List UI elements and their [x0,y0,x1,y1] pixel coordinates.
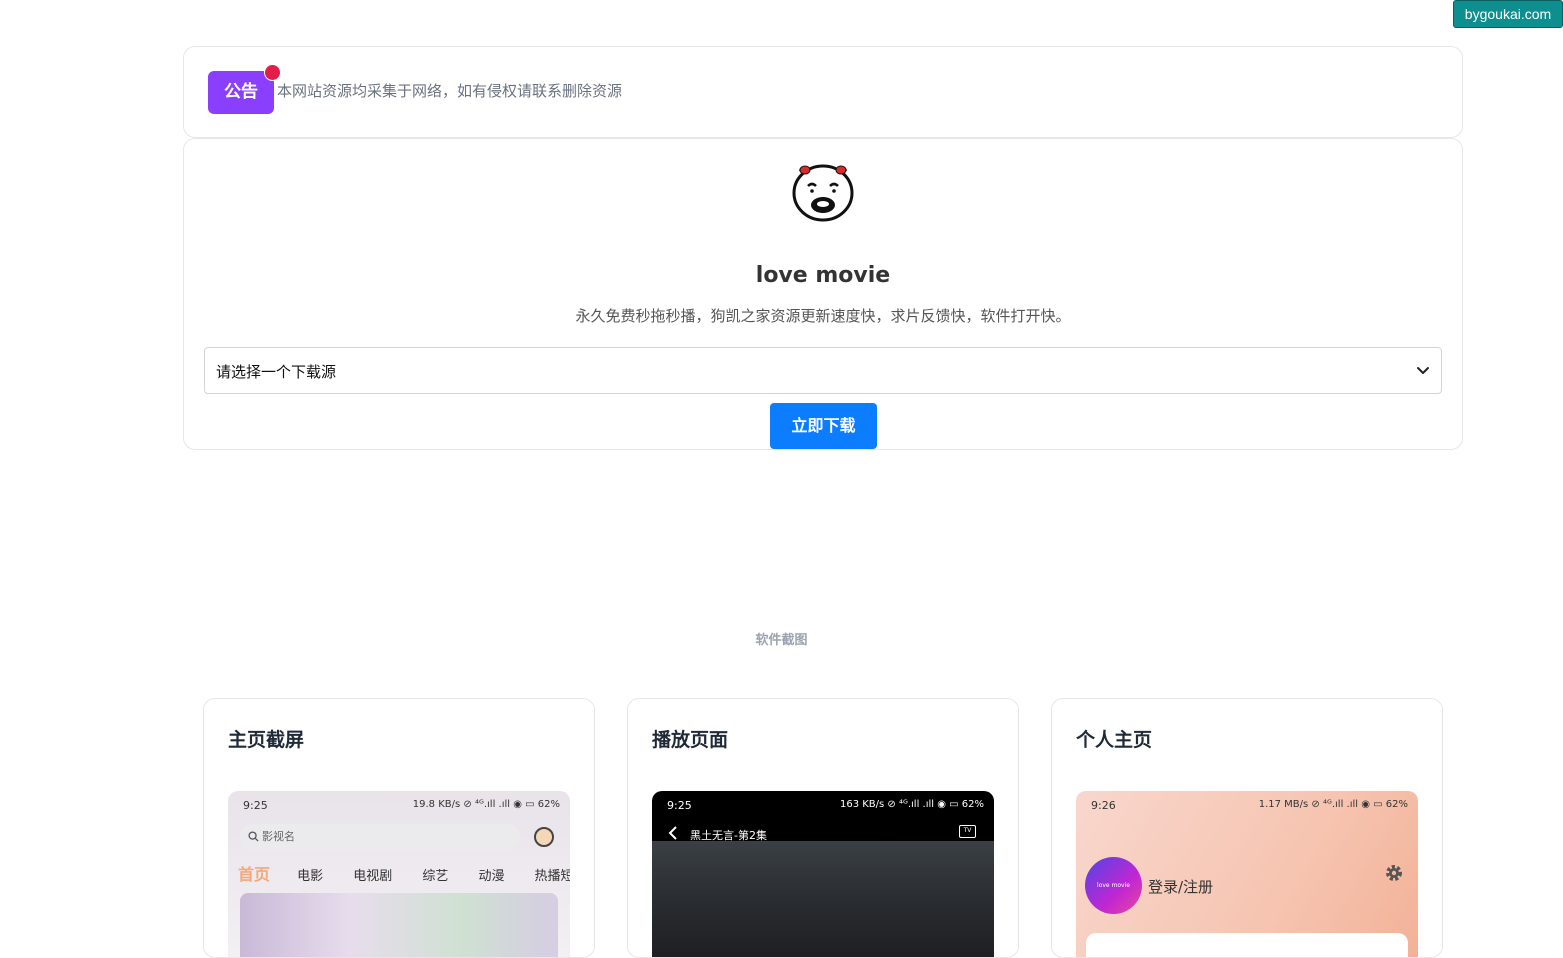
app-description: 永久免费秒拖秒播，狗凯之家资源更新速度快，求片反馈快，软件打开快。 [575,307,1071,325]
profile-screenshot: 9:26 1.17 MB/s ⊘ ⁴ᴳ.ıll .ıll ◉ ▭ 62% lov… [1076,791,1418,957]
tab-short: 热播短视 [534,869,570,884]
status-indicators: 163 KB/s ⊘ ⁴ᴳ.ıll .ıll ◉ ▭ 62% [839,799,984,810]
tab-variety: 综艺 [422,869,449,884]
notice-bar: 公告 本网站资源均采集于网络，如有侵权请联系删除资源 [183,46,1463,138]
status-bar: 9:26 1.17 MB/s ⊘ ⁴ᴳ.ıll .ıll ◉ ▭ 62% [1076,791,1418,819]
card-title: 播放页面 [652,729,729,751]
logo-icon [792,164,854,222]
section-title: 软件截图 [755,633,808,648]
search-icon [248,831,259,842]
notice-tag: 公告 [208,71,274,114]
player-screenshot: 9:25 163 KB/s ⊘ ⁴ᴳ.ıll .ıll ◉ ▭ 62% 黑土无言… [652,791,994,957]
tab-movie: 电影 [297,869,324,884]
download-source-value: 请选择一个下载源 [216,363,337,381]
gear-icon [1386,865,1402,881]
download-panel: love movie 永久免费秒拖秒播，狗凯之家资源更新速度快，求片反馈快，软件… [183,138,1463,450]
notice-text: 本网站资源均采集于网络，如有侵权请联系删除资源 [277,82,623,100]
profile-card [1086,933,1408,957]
screenshot-card-player: 播放页面 9:25 163 KB/s ⊘ ⁴ᴳ.ıll .ıll ◉ ▭ 62%… [627,698,1019,958]
tab-anime: 动漫 [478,869,505,884]
status-time: 9:26 [1091,799,1116,812]
tab-home: 首页 [238,865,271,884]
screenshot-card-home: 主页截屏 9:25 19.8 KB/s ⊘ ⁴ᴳ.ıll .ıll ◉ ▭ 62… [203,698,595,958]
video-frame [652,841,994,957]
card-title: 主页截屏 [228,729,305,751]
category-tabs: 首页 电影 电视剧 综艺 动漫 热播短视 [238,861,570,884]
app-title: love movie [755,263,891,288]
video-title: 黑土无言-第2集 [690,829,767,842]
back-arrow-icon [668,826,677,840]
chevron-down-icon [1417,367,1429,374]
download-button[interactable]: 立即下载 [770,403,877,449]
screenshot-card-profile: 个人主页 9:26 1.17 MB/s ⊘ ⁴ᴳ.ıll .ıll ◉ ▭ 62… [1051,698,1443,958]
search-bar: 影视名 [240,824,520,850]
avatar: love movie [1085,857,1142,914]
status-time: 9:25 [667,799,692,812]
history-icon [534,827,554,847]
status-indicators: 19.8 KB/s ⊘ ⁴ᴳ.ıll .ıll ◉ ▭ 62% [412,799,560,810]
status-indicators: 1.17 MB/s ⊘ ⁴ᴳ.ıll .ıll ◉ ▭ 62% [1258,799,1408,810]
status-bar: 9:25 163 KB/s ⊘ ⁴ᴳ.ıll .ıll ◉ ▭ 62% [652,791,994,819]
download-source-select[interactable]: 请选择一个下载源 [204,347,1442,394]
notice-dot-icon [264,64,281,81]
watermark-badge: bygoukai.com [1453,0,1563,28]
card-title: 个人主页 [1076,729,1153,751]
login-register-label: 登录/注册 [1148,878,1214,896]
tv-cast-icon: TV [959,825,976,838]
home-screenshot: 9:25 19.8 KB/s ⊘ ⁴ᴳ.ıll .ıll ◉ ▭ 62% 影视名… [228,791,570,957]
banner-image [240,893,558,957]
status-bar: 9:25 19.8 KB/s ⊘ ⁴ᴳ.ıll .ıll ◉ ▭ 62% [228,791,570,819]
search-placeholder: 影视名 [262,830,295,843]
tab-tv: 电视剧 [353,869,393,884]
status-time: 9:25 [243,799,268,812]
